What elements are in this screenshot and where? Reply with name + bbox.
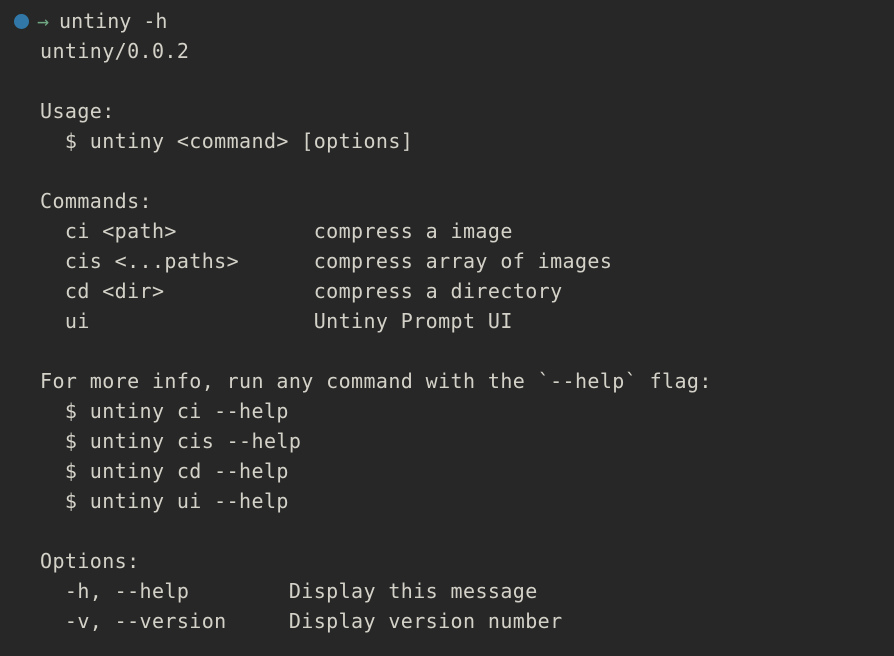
option-flags: -h, --help — [40, 579, 289, 603]
terminal-screen: → untiny -h untiny/0.0.2 Usage: $ untiny… — [0, 0, 894, 636]
command-row-cis: cis <...paths> compress array of images — [0, 246, 894, 276]
command-name: ci <path> — [40, 219, 314, 243]
version-line: untiny/0.0.2 — [40, 39, 190, 63]
option-row-version: -v, --version Display version number — [0, 606, 894, 636]
arrow-right-icon: → — [37, 9, 50, 33]
prompt-line[interactable]: → untiny -h — [0, 6, 894, 36]
option-flags: -v, --version — [40, 609, 289, 633]
more-info-heading: For more info, run any command with the … — [40, 369, 712, 393]
options-heading: Options: — [40, 549, 140, 573]
command-row-ui: ui Untiny Prompt UI — [0, 306, 894, 336]
more-info-line-cis: $ untiny cis --help — [40, 429, 302, 453]
more-info-line-ci: $ untiny ci --help — [40, 399, 289, 423]
terminal-window[interactable]: → untiny -h untiny/0.0.2 Usage: $ untiny… — [0, 0, 894, 656]
command-name: ui — [40, 309, 314, 333]
option-row-help: -h, --help Display this message — [0, 576, 894, 606]
command-name: cd <dir> — [40, 279, 314, 303]
scrollback-fragment-1 — [40, 0, 90, 3]
more-info-line-ui: $ untiny ui --help — [40, 489, 289, 513]
scrollback-fragment-3 — [214, 0, 264, 3]
command-description: compress a directory — [313, 279, 563, 303]
usage-line: $ untiny <command> [options] — [40, 129, 414, 153]
command-name: cis <...paths> — [40, 249, 314, 273]
more-info-line-cd: $ untiny cd --help — [40, 459, 289, 483]
scrollback-fragment-2 — [90, 0, 214, 3]
command-row-cd: cd <dir> compress a directory — [0, 276, 894, 306]
option-description: Display version number — [288, 609, 563, 633]
command-input[interactable]: untiny -h — [59, 6, 167, 36]
usage-heading: Usage: — [40, 99, 115, 123]
command-description: compress a image — [313, 219, 513, 243]
option-description: Display this message — [288, 579, 538, 603]
command-row-ci: ci <path> compress a image — [0, 216, 894, 246]
command-description: compress array of images — [313, 249, 613, 273]
status-dot-icon — [14, 13, 29, 29]
commands-heading: Commands: — [40, 189, 152, 213]
command-description: Untiny Prompt UI — [313, 309, 513, 333]
